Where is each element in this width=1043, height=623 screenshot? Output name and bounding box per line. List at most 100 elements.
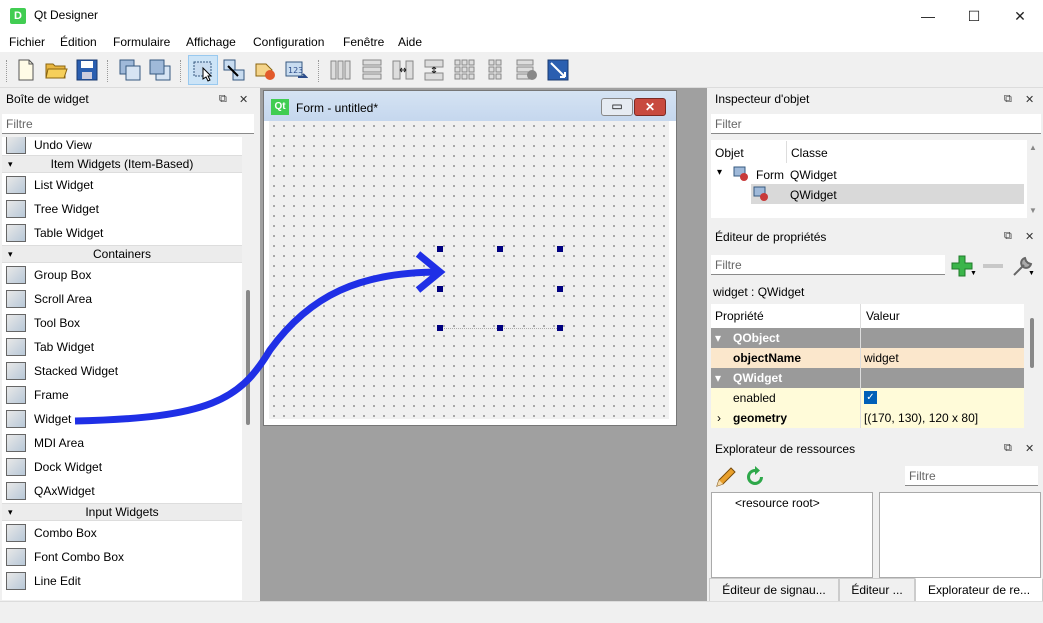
layout-grid-icon[interactable] [453,58,477,82]
resize-handle[interactable] [437,286,443,292]
property-filter-input[interactable]: Filtre [711,255,945,275]
layout-vertical-icon[interactable] [360,58,384,82]
resize-handle[interactable] [557,325,563,331]
widget-item[interactable]: Font Combo Box [2,545,242,569]
chevron-down-icon[interactable]: ▾ [8,504,13,520]
tab-resource-explorer[interactable]: Explorateur de re... [915,578,1043,602]
enabled-checkbox[interactable]: ✓ [864,391,877,404]
category-header[interactable]: ▾ Input Widgets [2,503,242,521]
menu-formulaire[interactable]: Formulaire [113,35,170,49]
close-dock-icon[interactable]: ✕ [1025,93,1034,106]
widget-item[interactable]: Combo Box [2,521,242,545]
column-header-property[interactable]: Propriété [715,309,764,323]
widget-item[interactable]: Widget [2,407,242,431]
widget-item[interactable]: Frame [2,383,242,407]
minimize-button[interactable]: — [905,0,951,32]
resource-filter-input[interactable]: Filtre [905,466,1038,486]
column-header-value[interactable]: Valeur [866,309,900,323]
tree-object-form[interactable]: Form [756,168,784,182]
scroll-up-icon[interactable]: ▲ [1029,143,1037,152]
layout-vertical-splitter-icon[interactable] [422,58,446,82]
widget-item[interactable]: QAxWidget [2,479,242,503]
resize-handle[interactable] [557,286,563,292]
property-row[interactable]: objectName widget [711,348,1024,368]
scroll-down-icon[interactable]: ▼ [1029,206,1037,215]
new-file-icon[interactable] [14,58,38,82]
selected-widget[interactable] [440,249,561,329]
resize-handle[interactable] [497,246,503,252]
save-icon[interactable] [75,58,99,82]
property-group-row[interactable]: ▾ QObject [711,328,1024,348]
widget-box-filter-input[interactable]: Filtre [2,114,254,134]
widget-item[interactable]: Undo View [2,137,242,157]
chevron-down-icon[interactable]: ▾ [715,331,721,345]
adjust-size-icon[interactable] [546,58,570,82]
reload-icon[interactable] [743,465,767,489]
float-dock-icon[interactable]: ⧉ [1004,230,1012,243]
widget-item[interactable]: Tool Box [2,311,242,335]
resize-handle[interactable] [437,325,443,331]
column-header-class[interactable]: Classe [791,146,828,160]
property-value[interactable]: widget [864,351,899,365]
bring-to-front-icon[interactable] [148,58,172,82]
property-value[interactable]: [(170, 130), 120 x 80] [864,411,978,425]
widget-item[interactable]: Scroll Area [2,287,242,311]
menu-configuration[interactable]: Configuration [253,35,324,49]
chevron-down-icon[interactable]: ▾ [8,246,13,262]
edit-buddies-icon[interactable] [253,58,277,82]
close-dock-icon[interactable]: ✕ [1025,230,1034,243]
widget-item[interactable]: Table Widget [2,221,242,245]
edit-widgets-icon[interactable] [191,58,215,82]
object-inspector-filter-input[interactable]: Filter [711,114,1041,134]
close-button[interactable]: ✕ [997,0,1043,32]
tree-expand-icon[interactable]: ▾ [717,167,722,178]
send-to-back-icon[interactable] [118,58,142,82]
widget-item[interactable]: Line Edit [2,569,242,593]
layout-horizontal-icon[interactable] [329,58,353,82]
form-close-button[interactable]: ✕ [634,98,666,116]
chevron-right-icon[interactable]: › [717,411,721,425]
edit-signals-slots-icon[interactable] [222,58,246,82]
maximize-button[interactable]: ☐ [951,0,997,32]
chevron-down-icon[interactable]: ▼ [1028,270,1035,277]
resource-root-item[interactable]: <resource root> [735,496,820,510]
widget-item[interactable]: Stacked Widget [2,359,242,383]
property-scroll-thumb[interactable] [1030,318,1034,368]
form-minimize-button[interactable]: ▭ [601,98,633,116]
resize-handle[interactable] [437,246,443,252]
widget-item[interactable]: MDI Area [2,431,242,455]
layout-form-icon[interactable] [484,58,508,82]
float-dock-icon[interactable]: ⧉ [1004,442,1012,455]
category-header[interactable]: ▾ Containers [2,245,242,263]
tab-action-editor[interactable]: Éditeur ... [839,578,915,602]
category-header[interactable]: ▾ Item Widgets (Item-Based) [2,155,242,173]
menu-aide[interactable]: Aide [398,35,422,49]
remove-property-icon[interactable] [981,258,1005,274]
chevron-down-icon[interactable]: ▾ [715,371,721,385]
float-dock-icon[interactable]: ⧉ [1004,93,1012,106]
property-row[interactable]: › geometry [(170, 130), 120 x 80] [711,408,1024,428]
break-layout-icon[interactable] [515,58,539,82]
widget-item[interactable]: Group Box [2,263,242,287]
menu-fenetre[interactable]: Fenêtre [343,35,384,49]
widget-item[interactable]: Dock Widget [2,455,242,479]
chevron-down-icon[interactable]: ▼ [970,270,977,277]
edit-resources-pencil-icon[interactable] [714,465,738,489]
widget-item[interactable]: Tree Widget [2,197,242,221]
open-folder-icon[interactable] [44,58,68,82]
edit-tab-order-icon[interactable]: 123 [284,58,308,82]
property-row[interactable]: enabled ✓ [711,388,1024,408]
menu-affichage[interactable]: Affichage [186,35,236,49]
tab-signal-slot-editor[interactable]: Éditeur de signau... [709,578,839,602]
resize-handle[interactable] [497,325,503,331]
widget-item[interactable]: List Widget [2,173,242,197]
close-dock-icon[interactable]: ✕ [1025,442,1034,455]
menu-fichier[interactable]: Fichier [9,35,45,49]
layout-horizontal-splitter-icon[interactable] [391,58,415,82]
property-group-row[interactable]: ▾ QWidget [711,368,1024,388]
float-dock-icon[interactable]: ⧉ [219,93,227,106]
resize-handle[interactable] [557,246,563,252]
menu-edition[interactable]: Édition [60,35,97,49]
chevron-down-icon[interactable]: ▾ [8,156,13,172]
close-dock-icon[interactable]: ✕ [239,93,248,106]
